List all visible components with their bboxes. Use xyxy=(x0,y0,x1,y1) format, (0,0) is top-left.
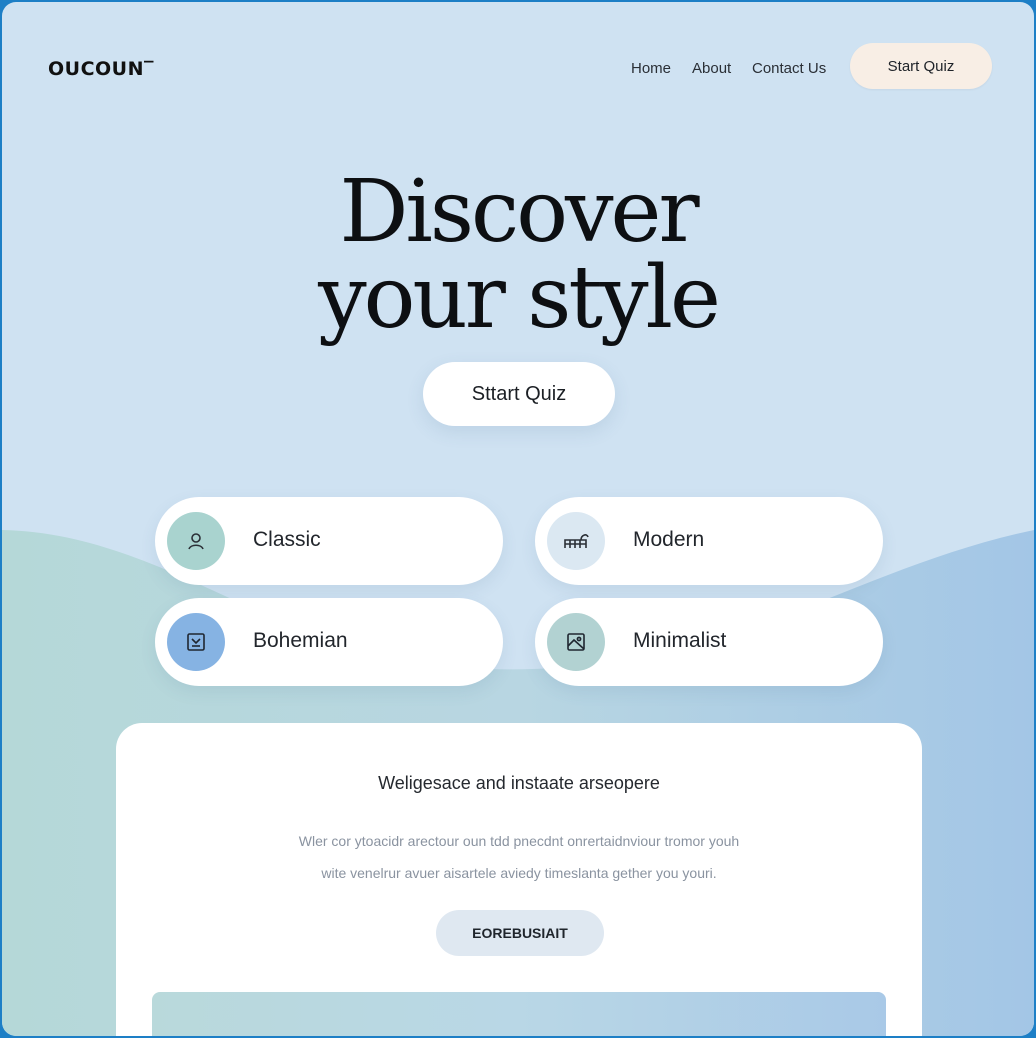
frame-icon xyxy=(167,613,225,671)
furniture-icon xyxy=(547,512,605,570)
nav-contact-link[interactable]: Contact Us xyxy=(752,60,826,77)
image-icon xyxy=(547,613,605,671)
nav-home-link[interactable]: Home xyxy=(631,60,671,77)
style-card-label: Modern xyxy=(633,528,705,551)
style-card-modern[interactable]: Modern xyxy=(535,497,883,585)
hero-title-line2: your style xyxy=(318,248,721,348)
info-panel-title: Weligesace and instaate arseopere xyxy=(378,773,660,793)
nav-about-link[interactable]: About xyxy=(692,60,731,77)
info-panel-text-line2: wite venelrur avuer aisartele aviedy tim… xyxy=(321,865,717,881)
style-card-label: Classic xyxy=(253,528,321,551)
page: OUCOUN‾ Home About Contact Us Start Quiz… xyxy=(2,2,1034,1036)
style-card-label: Bohemian xyxy=(253,629,348,652)
person-icon xyxy=(167,512,225,570)
header-start-quiz-button[interactable]: Start Quiz xyxy=(850,43,992,89)
hero-start-quiz-button[interactable]: Sttart Quiz xyxy=(423,362,615,426)
style-card-label: Minimalist xyxy=(633,629,727,652)
style-card-minimalist[interactable]: Minimalist xyxy=(535,598,883,686)
info-panel-text-line1: Wler cor ytoacidr arectour oun tdd pnecd… xyxy=(298,833,740,849)
info-panel-button[interactable]: EOREBUSIAIT xyxy=(436,910,604,956)
logo[interactable]: OUCOUN‾ xyxy=(48,58,154,80)
info-panel-banner xyxy=(152,992,886,1036)
style-card-classic[interactable]: Classic xyxy=(155,497,503,585)
info-panel: Weligesace and instaate arseopere Wler c… xyxy=(116,723,922,1036)
style-card-bohemian[interactable]: Bohemian xyxy=(155,598,503,686)
hero-title-line1: Discover xyxy=(339,162,699,262)
